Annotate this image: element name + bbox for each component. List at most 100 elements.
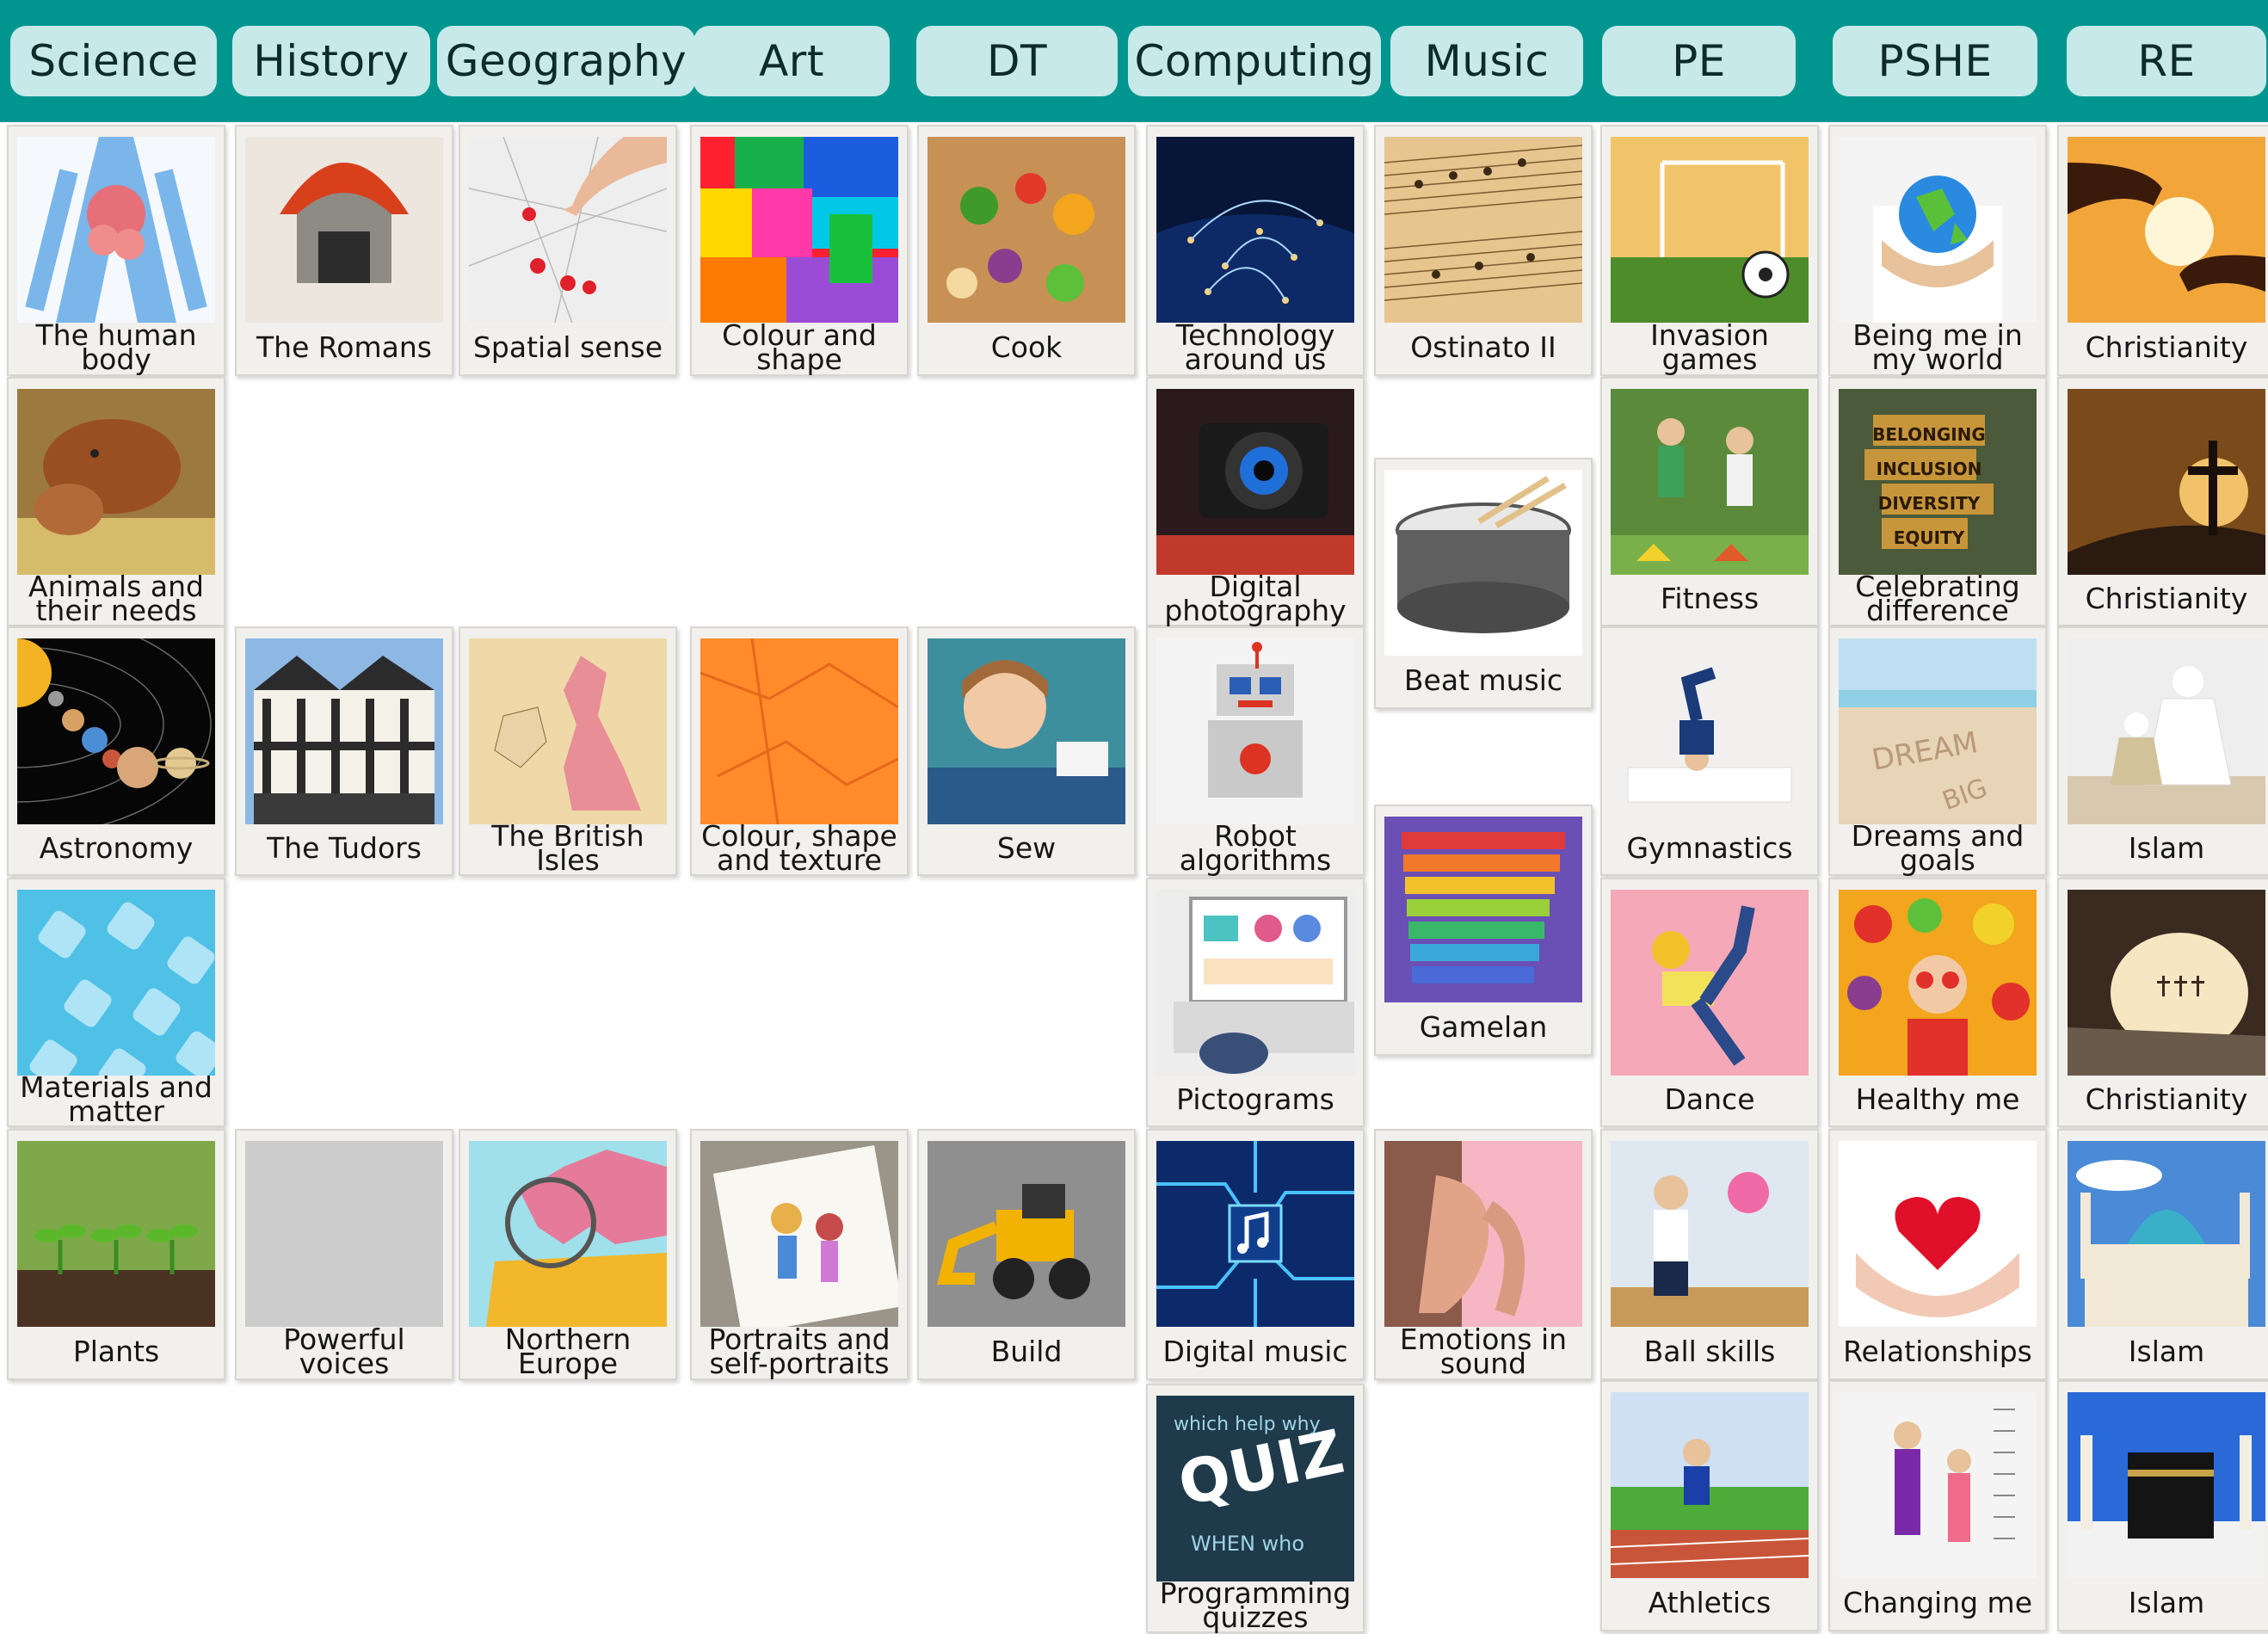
topic-card-re[interactable]: Christianity — [2057, 125, 2268, 376]
topic-label: The human body — [35, 318, 197, 376]
cross-sunset-icon — [2068, 389, 2265, 575]
topic-card-computing[interactable]: Digital photography — [1146, 377, 1365, 626]
topic-card-computing[interactable]: QUIZ which help why WHEN who Programming qu… — [1146, 1384, 1365, 1633]
topic-card-re[interactable]: Islam — [2057, 1380, 2268, 1631]
topic-card-pshe[interactable]: BELONGING INCLUSION DIVERSITY EQUITY Celebra… — [1828, 377, 2047, 626]
topic-card-pshe[interactable]: Changing me — [1828, 1380, 2047, 1631]
topic-card-pshe[interactable]: Being me in my world — [1828, 125, 2047, 376]
tab-pshe[interactable]: PSHE — [1833, 26, 2037, 96]
topic-label: Materials and matter — [20, 1070, 213, 1128]
topic-label: Christianity — [2085, 1082, 2248, 1116]
tab-computing[interactable]: Computing — [1128, 26, 1381, 96]
topic-card-re[interactable]: Islam — [2057, 1129, 2268, 1380]
topic-label: Christianity — [2085, 582, 2248, 615]
topic-card-computing[interactable]: Robot algorithms — [1146, 626, 1365, 876]
running-children-icon — [1611, 389, 1809, 575]
topic-card-pe[interactable]: Ball skills — [1600, 1129, 1819, 1380]
topic-card-history[interactable]: Powerful voices — [235, 1129, 453, 1380]
topic-card-music[interactable]: Gamelan — [1374, 805, 1593, 1056]
topic-label: Invasion games — [1650, 318, 1769, 376]
topic-card-art[interactable]: Colour and shape — [690, 125, 909, 376]
listening-ear-icon — [1384, 1141, 1582, 1327]
camera-icon — [1156, 389, 1354, 575]
topic-card-science[interactable]: The human body — [7, 125, 225, 376]
topic-label: Northern Europe — [504, 1323, 632, 1380]
tab-dt[interactable]: DT — [916, 26, 1118, 96]
tab-pe[interactable]: PE — [1602, 26, 1796, 96]
topic-card-pe[interactable]: Gymnastics — [1600, 626, 1819, 876]
topic-card-science[interactable]: Materials and matter — [7, 878, 225, 1127]
tudor-house-icon — [245, 638, 443, 824]
topic-card-dt[interactable]: Sew — [917, 626, 1136, 876]
toy-digger-icon — [928, 1141, 1125, 1327]
topic-label: Technology around us — [1175, 318, 1335, 376]
topic-card-pshe[interactable]: DREAM BIG Dreams and goals — [1828, 626, 2047, 876]
human-body-icon — [17, 137, 215, 323]
tab-re[interactable]: RE — [2067, 26, 2266, 96]
topic-card-computing[interactable]: Digital music — [1146, 1129, 1365, 1380]
topic-card-pe[interactable]: Dance — [1600, 878, 1819, 1127]
topic-card-science[interactable]: Animals and their needs — [7, 377, 225, 626]
heart-hands-icon — [1839, 1141, 2037, 1327]
topic-card-computing[interactable]: Pictograms — [1146, 878, 1365, 1127]
topic-label: Plants — [72, 1335, 160, 1368]
topic-card-geography[interactable]: Spatial sense — [459, 125, 677, 376]
topic-label: Healthy me — [1855, 1082, 2020, 1116]
topic-card-art[interactable]: Portraits and self-portraits — [690, 1129, 909, 1380]
topic-card-music[interactable]: Ostinato II — [1374, 125, 1593, 376]
topic-card-dt[interactable]: Cook — [917, 125, 1136, 376]
topic-card-history[interactable]: The Tudors — [235, 626, 453, 876]
topic-card-pshe[interactable]: Healthy me — [1828, 878, 2047, 1127]
topic-card-art[interactable]: Colour, shape and texture — [690, 626, 909, 876]
topic-label: Christianity — [2085, 330, 2248, 364]
tab-music[interactable]: Music — [1390, 26, 1583, 96]
topic-label: The British Isles — [491, 819, 644, 877]
topic-card-pe[interactable]: Invasion games — [1600, 125, 1819, 376]
topic-label: Pictograms — [1176, 1082, 1334, 1116]
topic-label: Emotions in sound — [1399, 1323, 1568, 1380]
topic-label: Digital music — [1162, 1335, 1348, 1368]
handstand-icon — [1611, 638, 1809, 824]
topic-label: Cook — [990, 330, 1063, 364]
topic-card-pshe[interactable]: Relationships — [1828, 1129, 2047, 1380]
tab-art[interactable]: Art — [693, 26, 890, 96]
topic-label: Gymnastics — [1626, 831, 1793, 865]
topic-label: Being me in my world — [1852, 318, 2023, 376]
topic-label: Relationships — [1843, 1335, 2032, 1368]
tab-history[interactable]: History — [232, 26, 430, 96]
topic-card-dt[interactable]: Build — [917, 1129, 1136, 1380]
tab-science[interactable]: Science — [10, 26, 217, 96]
topic-card-geography[interactable]: The British Isles — [459, 626, 677, 876]
word-blocks-icon: BELONGING INCLUSION DIVERSITY EQUITY — [1839, 389, 2037, 575]
crumpled-paper-icon — [700, 638, 898, 824]
topic-card-geography[interactable]: Northern Europe — [459, 1129, 677, 1380]
topic-card-re[interactable]: Christianity — [2057, 377, 2268, 626]
topic-card-music[interactable]: Beat music — [1374, 458, 1593, 709]
topic-label: The Tudors — [267, 831, 422, 865]
topic-label: Digital photography — [1164, 570, 1347, 627]
tab-geography[interactable]: Geography — [437, 26, 695, 96]
topic-card-science[interactable]: Astronomy — [7, 626, 225, 876]
topic-card-computing[interactable]: Technology around us — [1146, 125, 1365, 376]
topic-label: The Romans — [256, 330, 432, 364]
empty-tomb-icon — [2068, 890, 2265, 1076]
topic-card-science[interactable]: Plants — [7, 1129, 225, 1380]
topic-label: Animals and their needs — [28, 570, 204, 627]
roman-helmet-icon — [245, 137, 443, 323]
child-drawing-icon — [700, 1141, 898, 1327]
topic-card-pe[interactable]: Fitness — [1600, 377, 1819, 626]
colour-blocks-icon — [700, 137, 898, 323]
globe-hands-icon — [1839, 137, 2037, 323]
topic-card-pe[interactable]: Athletics — [1600, 1380, 1819, 1631]
network-globe-icon — [1156, 137, 1354, 323]
topic-card-history[interactable]: The Romans — [235, 125, 453, 376]
svg-text:which help why: which help why — [1174, 1414, 1321, 1435]
topic-label: Colour, shape and texture — [701, 819, 897, 877]
topic-card-music[interactable]: Emotions in sound — [1374, 1129, 1593, 1380]
crowd-engraving-icon — [245, 1141, 443, 1327]
toy-robot-icon — [1156, 638, 1354, 824]
topic-label: Beat music — [1403, 663, 1563, 697]
topic-card-re[interactable]: Islam — [2057, 626, 2268, 876]
topic-card-re[interactable]: Christianity — [2057, 878, 2268, 1127]
reaching-hands-icon — [2068, 137, 2265, 323]
